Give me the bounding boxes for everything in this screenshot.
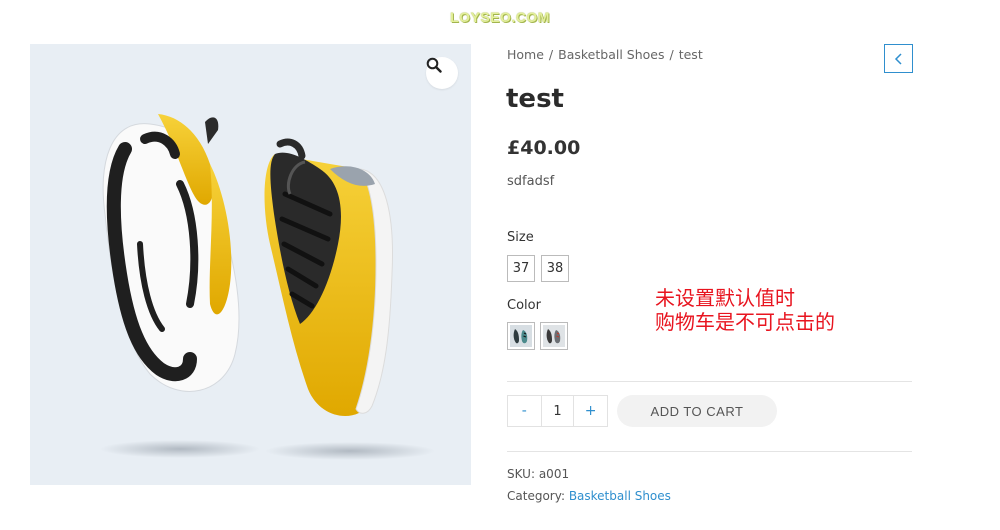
shoes-illustration xyxy=(100,114,435,460)
category-label: Category: xyxy=(507,489,565,503)
product-description: sdfadsf xyxy=(507,174,555,189)
annotation-note: 未设置默认值时 购物车是不可点击的 xyxy=(655,286,835,334)
breadcrumb-current: test xyxy=(678,47,703,62)
add-to-cart-button[interactable]: ADD TO CART xyxy=(617,395,777,427)
zoom-button[interactable] xyxy=(426,57,458,89)
color-label: Color xyxy=(507,298,541,313)
chevron-left-icon xyxy=(894,52,902,65)
divider xyxy=(507,451,912,452)
divider xyxy=(507,381,912,382)
breadcrumb-separator: / xyxy=(669,47,674,62)
product-category: Category: Basketball Shoes xyxy=(507,489,671,503)
size-label: Size xyxy=(507,230,534,245)
annotation-line-2: 购物车是不可点击的 xyxy=(655,310,835,334)
previous-product-button[interactable] xyxy=(884,44,913,73)
breadcrumb-category[interactable]: Basketball Shoes xyxy=(558,47,664,62)
product-image[interactable] xyxy=(30,44,471,485)
sku-label: SKU: xyxy=(507,467,535,481)
quantity-minus-button[interactable]: - xyxy=(508,396,541,426)
color-option-2[interactable] xyxy=(540,322,568,350)
quantity-input[interactable]: 1 xyxy=(540,396,575,426)
shoe-swatch-icon xyxy=(513,329,528,344)
breadcrumb: Home / Basketball Shoes / test xyxy=(507,47,703,62)
quantity-stepper: - 1 + xyxy=(507,395,608,427)
size-option-37[interactable]: 37 xyxy=(507,255,535,282)
watermark: LOYSEO.COM xyxy=(450,9,550,25)
product-price: £40.00 xyxy=(507,137,581,159)
magnifier-icon xyxy=(426,57,442,73)
left-shoe xyxy=(102,114,240,392)
shoe-swatch-icon xyxy=(546,329,561,344)
breadcrumb-home[interactable]: Home xyxy=(507,47,544,62)
annotation-line-1: 未设置默认值时 xyxy=(655,286,795,310)
breadcrumb-separator: / xyxy=(548,47,554,62)
sku-value: a001 xyxy=(538,467,570,481)
quantity-plus-button[interactable]: + xyxy=(574,396,607,426)
product-title: test xyxy=(506,84,564,114)
product-sku: SKU: a001 xyxy=(507,467,569,481)
right-shoe xyxy=(264,138,393,416)
category-link[interactable]: Basketball Shoes xyxy=(569,489,671,503)
size-option-38[interactable]: 38 xyxy=(541,255,569,282)
color-option-1[interactable] xyxy=(507,322,535,350)
